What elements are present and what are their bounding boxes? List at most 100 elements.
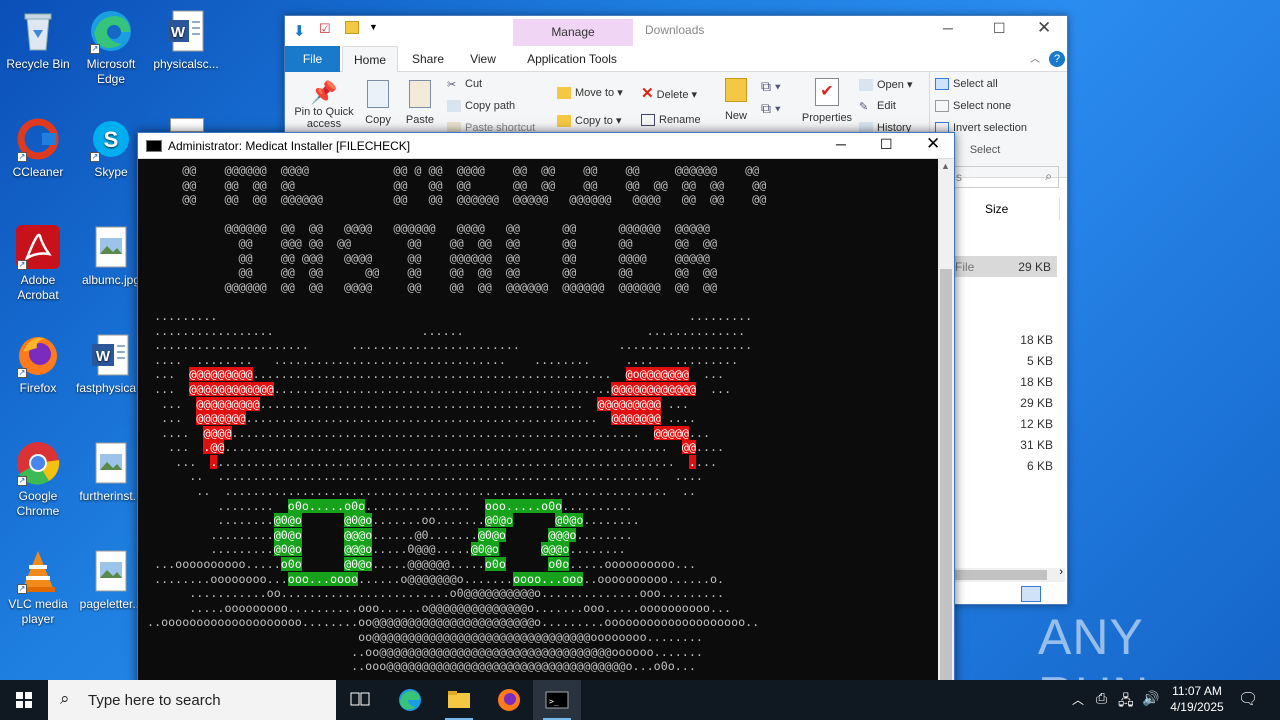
svg-text:W: W	[171, 24, 186, 41]
shortcut-arrow-icon: ↗	[17, 476, 27, 486]
cut-button[interactable]: ✂ Cut	[447, 78, 482, 91]
file-size-cell[interactable]: 6 KB	[985, 459, 1053, 473]
firefox-icon: ↗	[15, 332, 61, 378]
edge-icon: ↗	[88, 8, 134, 54]
file-size-cell[interactable]: 5 KB	[985, 354, 1053, 368]
taskbar-cmd[interactable]: >_	[533, 680, 581, 720]
copy-path-button[interactable]: Copy path	[447, 100, 515, 113]
shortcut-arrow-icon: ↗	[17, 260, 27, 270]
desktop-icon-recycle-bin[interactable]: Recycle Bin	[0, 8, 76, 72]
start-button[interactable]	[0, 680, 48, 720]
copy-path-icon	[447, 100, 461, 113]
desktop-icon-ccleaner[interactable]: ↗ CCleaner	[0, 116, 76, 180]
file-size-cell[interactable]: 18 KB	[985, 333, 1053, 347]
console-window: Administrator: Medicat Installer [FILECH…	[137, 132, 955, 692]
console-minimize-button[interactable]: ─	[836, 136, 846, 152]
properties-button[interactable]: ✔ Properties	[797, 78, 857, 124]
console-title: Administrator: Medicat Installer [FILECH…	[168, 139, 411, 153]
selected-file-row[interactable]: File 29 KB	[953, 256, 1057, 277]
column-divider	[1059, 198, 1060, 220]
file-size-cell[interactable]: 18 KB	[985, 375, 1053, 389]
easy-access-icon[interactable]: ⧉ ▾	[761, 100, 781, 117]
desktop-icon-google-chrome[interactable]: ↗ Google Chrome	[0, 440, 76, 519]
desktop-icon-physicalsc[interactable]: W physicalsc...	[148, 8, 224, 72]
move-to-button[interactable]: Move to ▾	[557, 86, 623, 100]
svg-text:S: S	[104, 127, 119, 152]
close-button[interactable]: ✕	[1037, 18, 1051, 38]
file-size-cell[interactable]: 12 KB	[985, 417, 1053, 431]
console-scrollbar-thumb[interactable]	[940, 269, 952, 689]
collapse-ribbon-icon[interactable]: ︿	[1030, 50, 1040, 65]
task-view-button[interactable]	[336, 680, 384, 720]
notifications-icon[interactable]: 🗨	[1238, 689, 1258, 720]
console-maximize-button[interactable]: ☐	[880, 136, 893, 153]
anyrun-watermark: ANY RUN	[1038, 609, 1148, 680]
file-size-cell[interactable]: 29 KB	[985, 396, 1053, 410]
new-folder-button[interactable]: New folder	[719, 78, 753, 123]
clock[interactable]: 11:07 AM 4/19/2025	[1166, 683, 1228, 720]
horizontal-scrollbar[interactable]: ›	[953, 566, 1065, 582]
new-item-icon[interactable]: ⧉ ▾	[761, 78, 781, 95]
paste-button[interactable]: Paste	[403, 80, 437, 126]
desktop-icon-vlc[interactable]: ↗ VLC media player	[0, 548, 76, 627]
console-close-button[interactable]: ✕	[926, 134, 940, 154]
file-size-cell[interactable]: 31 KB	[985, 438, 1053, 452]
copy-button[interactable]: Copy	[361, 80, 395, 126]
desktop-icon-firefox[interactable]: ↗ Firefox	[0, 332, 76, 396]
large-icons-view-icon[interactable]	[1045, 586, 1065, 602]
move-to-icon	[557, 87, 571, 100]
taskbar-edge[interactable]	[386, 680, 434, 720]
image-file-icon	[88, 548, 134, 594]
tab-file[interactable]: File	[285, 46, 340, 72]
select-all-button[interactable]: Select all	[935, 78, 998, 91]
partially-hidden-file-icon	[170, 118, 204, 132]
open-button[interactable]: Open ▾	[859, 78, 913, 92]
search-input[interactable]: s ⌕	[953, 166, 1059, 188]
delete-button[interactable]: ✕ Delete ▾	[641, 84, 697, 102]
qat-dropdown-icon[interactable]: ▼	[369, 22, 378, 32]
maximize-button[interactable]: ☐	[993, 20, 1006, 37]
ccleaner-icon: ↗	[15, 116, 61, 162]
scroll-up-icon[interactable]: ▲	[941, 161, 950, 171]
scrollbar-thumb[interactable]	[953, 570, 1047, 580]
desktop-icon-label: Google Chrome	[16, 489, 60, 518]
copy-to-button[interactable]: Copy to ▾	[557, 114, 622, 128]
cmd-icon: >_	[545, 691, 569, 709]
taskbar-file-explorer[interactable]	[435, 680, 483, 720]
show-hidden-icons-icon[interactable]: ︿	[1072, 691, 1084, 720]
console-scrollbar[interactable]: ▲	[938, 159, 954, 691]
scroll-right-icon[interactable]: ›	[1059, 566, 1063, 578]
adobe-acrobat-icon: ↗	[15, 224, 61, 270]
column-header-size[interactable]: Size	[985, 202, 1008, 216]
properties-quick-icon[interactable]: ☑	[319, 21, 331, 37]
new-folder-quick-icon[interactable]	[345, 21, 359, 34]
select-none-button[interactable]: Select none	[935, 100, 1011, 113]
desktop-icon-edge[interactable]: ↗ Microsoft Edge	[73, 8, 149, 87]
pin-to-quick-access-button[interactable]: 📌 Pin to Quick access	[291, 80, 357, 130]
desktop-icon-adobe-acrobat[interactable]: ↗ Adobe Acrobat	[0, 224, 76, 303]
help-icon[interactable]: ?	[1049, 51, 1065, 67]
minimize-button[interactable]: ─	[943, 20, 953, 36]
edge-icon	[399, 689, 421, 711]
taskbar-search-box[interactable]: ⌕ Type here to search	[48, 680, 336, 720]
edit-button[interactable]: ✎ Edit	[859, 100, 896, 113]
tab-share[interactable]: Share	[403, 46, 453, 72]
device-icon[interactable]: ⎙	[1096, 690, 1107, 720]
network-icon[interactable]: 🖧	[1118, 690, 1134, 720]
rename-icon	[641, 114, 655, 127]
shortcut-arrow-icon: ↗	[90, 44, 100, 54]
desktop-icon-label: VLC media player	[8, 597, 68, 626]
explorer-titlebar: ⬇ ☑ ▼ Manage Downloads ─ ☐ ✕	[285, 16, 1067, 46]
taskbar-firefox[interactable]	[485, 680, 533, 720]
rename-button[interactable]: Rename	[641, 114, 701, 127]
svg-text:W: W	[96, 348, 111, 365]
tab-application-tools[interactable]: Application Tools	[517, 46, 627, 72]
quick-access-download-icon[interactable]: ⬇	[293, 22, 306, 40]
tab-view[interactable]: View	[457, 46, 509, 72]
search-icon: ⌕	[1045, 169, 1052, 183]
shortcut-arrow-icon: ↗	[17, 368, 27, 378]
details-view-icon[interactable]	[1021, 586, 1041, 602]
recycle-bin-icon	[15, 8, 61, 54]
tab-home[interactable]: Home	[342, 46, 398, 72]
volume-icon[interactable]: 🔊	[1142, 690, 1159, 720]
